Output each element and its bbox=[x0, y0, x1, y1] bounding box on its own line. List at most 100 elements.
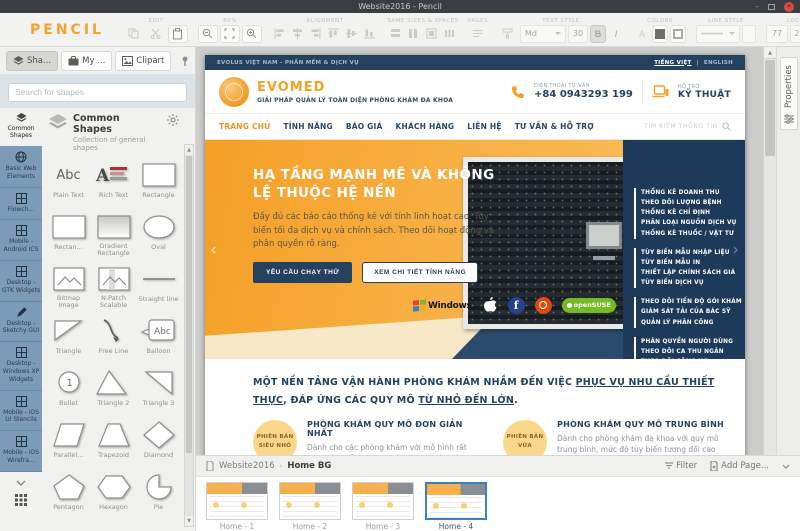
shape-item[interactable]: Rectan... bbox=[46, 208, 91, 260]
shape-item[interactable]: Straight line bbox=[136, 260, 181, 312]
site-nav-item[interactable]: LIÊN HỆ bbox=[467, 122, 501, 131]
site-nav-item[interactable]: KHÁCH HÀNG bbox=[395, 122, 454, 131]
font-size-field[interactable]: 30 bbox=[567, 24, 588, 43]
align-bottom-icon[interactable] bbox=[362, 25, 378, 43]
design-page[interactable]: EVOLUS VIỆT NAM - PHẦN MỀM & DỊCH VỤ TIẾ… bbox=[205, 55, 745, 455]
same-size-icon[interactable] bbox=[424, 25, 440, 43]
line-style-select[interactable] bbox=[695, 24, 740, 43]
properties-tab[interactable]: Properties bbox=[779, 57, 798, 130]
stroke-color-icon[interactable] bbox=[669, 24, 686, 43]
minimize-button[interactable]: – bbox=[755, 2, 759, 11]
thumbnail-image[interactable] bbox=[425, 482, 487, 520]
font-family-select[interactable]: Md bbox=[519, 24, 566, 43]
site-nav-item[interactable]: TRANG CHỦ bbox=[219, 122, 270, 131]
scroll-up-icon[interactable]: ▲ bbox=[185, 144, 193, 155]
carousel-prev-icon[interactable]: ‹ bbox=[210, 240, 217, 260]
align-top-icon[interactable] bbox=[326, 25, 342, 43]
restore-button[interactable] bbox=[768, 3, 775, 10]
shape-item[interactable]: Trapezoid bbox=[91, 416, 136, 468]
text-color-icon[interactable]: A bbox=[634, 25, 650, 43]
collection-category[interactable]: Basic Web Elements bbox=[0, 146, 42, 188]
fill-color-icon[interactable] bbox=[651, 24, 668, 43]
align-right-icon[interactable] bbox=[308, 25, 324, 43]
zoom-in-icon[interactable] bbox=[241, 24, 262, 43]
page-thumbnail[interactable]: Home - 4 bbox=[425, 482, 487, 531]
panel-chevron-down-icon[interactable] bbox=[782, 464, 790, 469]
thumbnail-image[interactable] bbox=[279, 482, 341, 520]
pin-icon[interactable] bbox=[179, 54, 191, 68]
same-height-icon[interactable] bbox=[406, 25, 422, 43]
site-nav-item[interactable]: TÍNH NĂNG bbox=[283, 122, 332, 131]
page-thumbnail[interactable]: Home - 3 bbox=[352, 482, 414, 531]
shape-item[interactable]: Triangle bbox=[46, 312, 91, 364]
zoom-fit-icon[interactable] bbox=[219, 24, 240, 43]
collection-category[interactable]: Desktop - Sketchy GUI bbox=[0, 301, 42, 343]
thumbnail-image[interactable] bbox=[206, 482, 268, 520]
add-page-button[interactable]: Add Page... bbox=[710, 461, 769, 471]
thumbnail-image[interactable] bbox=[352, 482, 414, 520]
shape-item[interactable]: A Rich Text bbox=[91, 156, 136, 208]
page-thumbnail[interactable]: Home - 1 bbox=[206, 482, 268, 531]
collection-category[interactable]: Mobile - Android ICS bbox=[0, 220, 42, 262]
shape-item[interactable]: Pie bbox=[136, 468, 181, 520]
shape-item[interactable]: Parallel... bbox=[46, 416, 91, 468]
lang-english-link[interactable]: ENGLISH bbox=[704, 60, 733, 66]
collection-category[interactable]: Common Shapes bbox=[0, 107, 42, 147]
shape-item[interactable]: Abc Balloon bbox=[136, 312, 181, 364]
filter-button[interactable]: Filter bbox=[665, 461, 697, 471]
align-center-icon[interactable] bbox=[290, 25, 306, 43]
shape-item[interactable]: Diamond bbox=[136, 416, 181, 468]
shape-item[interactable]: Oval bbox=[136, 208, 181, 260]
search-input[interactable] bbox=[8, 82, 187, 102]
trial-request-button[interactable]: YÊU CẦU CHẠY THỬ bbox=[253, 261, 353, 283]
format-painter-icon[interactable] bbox=[498, 25, 518, 43]
italic-button[interactable]: I bbox=[608, 25, 624, 43]
scroll-up-icon[interactable]: ▲ bbox=[764, 47, 776, 59]
gear-icon[interactable] bbox=[165, 113, 181, 127]
carousel-next-icon[interactable]: › bbox=[732, 240, 739, 260]
shape-item[interactable]: Bitmap Image bbox=[46, 260, 91, 312]
canvas-scrollbar[interactable]: ▲ bbox=[763, 47, 776, 455]
align-left-icon[interactable] bbox=[272, 25, 288, 43]
collection-category[interactable]: Desktop - GTK Widgets bbox=[0, 261, 42, 302]
shape-item[interactable]: Gradient Rectangle bbox=[91, 208, 136, 260]
site-nav-item[interactable]: TƯ VẤN & HỖ TRỢ bbox=[515, 122, 594, 131]
zoom-out-icon[interactable] bbox=[197, 24, 218, 43]
shape-item[interactable]: Rectangle bbox=[136, 156, 181, 208]
shape-item[interactable]: Hexagon bbox=[91, 468, 136, 520]
breadcrumb-page[interactable]: Home BG bbox=[287, 461, 331, 471]
shape-item[interactable]: Free Line bbox=[91, 312, 136, 364]
canvas[interactable]: EVOLUS VIỆT NAM - PHẦN MỀM & DỊCH VỤ TIẾ… bbox=[196, 47, 776, 455]
panel-tab[interactable]: My ... bbox=[61, 51, 113, 71]
shape-item[interactable]: Abc Plain Text bbox=[46, 156, 91, 208]
shape-item[interactable]: Pentagon bbox=[46, 468, 91, 520]
location-y-field[interactable]: 265 bbox=[789, 24, 800, 43]
breadcrumb-document[interactable]: Website2016 bbox=[219, 461, 275, 471]
shape-item[interactable]: Triangle 3 bbox=[136, 364, 181, 416]
panel-tab[interactable]: Clipart bbox=[115, 51, 172, 71]
align-middle-icon[interactable] bbox=[344, 25, 360, 43]
collection-category[interactable]: Mobile - iOS UI Stencils bbox=[0, 390, 42, 432]
panel-tab[interactable]: Sha... bbox=[6, 51, 59, 71]
page-setup-icon[interactable] bbox=[468, 25, 488, 43]
distribute-icon[interactable] bbox=[442, 25, 458, 43]
all-collections-icon[interactable] bbox=[15, 493, 27, 506]
cut-icon[interactable] bbox=[146, 25, 166, 43]
scrollbar-thumb[interactable] bbox=[186, 155, 192, 454]
collection-category[interactable]: Desktop - Windows XP Widgets bbox=[0, 342, 42, 391]
shape-item[interactable]: 1 Bullet bbox=[46, 364, 91, 416]
copy-icon[interactable] bbox=[124, 25, 144, 43]
shape-item[interactable]: N-Patch Scalable bbox=[91, 260, 136, 312]
close-button[interactable]: ✕ bbox=[784, 1, 794, 12]
scrollbar-thumb[interactable] bbox=[765, 60, 775, 156]
location-x-field[interactable]: 77 bbox=[765, 24, 788, 43]
page-thumbnail[interactable]: Home - 2 bbox=[279, 482, 341, 531]
line-width-field[interactable] bbox=[741, 24, 756, 43]
scroll-down-icon[interactable]: ▼ bbox=[185, 516, 193, 526]
bold-button[interactable]: B bbox=[589, 24, 606, 43]
feature-detail-button[interactable]: XEM CHI TIẾT TÍNH NĂNG bbox=[362, 261, 479, 283]
collection-category[interactable]: Flowch... bbox=[0, 187, 42, 221]
site-nav-item[interactable]: BÁO GIÁ bbox=[346, 122, 383, 131]
same-width-icon[interactable] bbox=[388, 25, 404, 43]
shapes-scrollbar[interactable]: ▲ ▼ bbox=[184, 143, 194, 527]
